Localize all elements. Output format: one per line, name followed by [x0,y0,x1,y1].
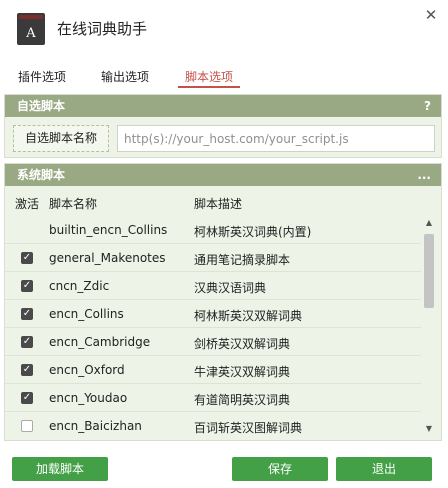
scroll-down-icon[interactable]: ▼ [421,424,437,434]
script-row: builtin_encn_Collins 柯林斯英汉词典(内置) [5,216,421,244]
script-row: ✓ general_Makenotes 通用笔记摘录脚本 [5,244,421,272]
activate-checkbox-checked[interactable]: ✓ [21,252,33,264]
custom-script-name-button[interactable]: 自选脚本名称 [13,125,109,152]
script-name: general_Makenotes [49,251,166,265]
save-button[interactable]: 保存 [232,457,328,481]
script-description: 百词斩英汉图解词典 [194,421,303,435]
custom-script-header: 自选脚本 ? [5,95,441,117]
svg-text:A: A [25,26,36,41]
scroll-thumb[interactable] [424,234,434,308]
system-script-header: 系统脚本 ... [5,164,441,186]
column-header-active: 激活 [15,197,40,211]
window-title: 在线词典助手 [57,20,148,38]
column-header-name: 脚本名称 [49,197,98,211]
tab-output-options[interactable]: 输出选项 [101,66,149,88]
script-name: cncn_Zdic [49,279,110,293]
script-url-input[interactable] [117,125,435,152]
script-description: 有道简明英汉词典 [194,393,291,407]
script-description: 柯林斯英汉双解词典 [194,309,303,323]
script-name: encn_Baicizhan [49,419,142,433]
script-list-scrollbar[interactable]: ▲ ▼ [421,216,437,438]
activate-checkbox-checked[interactable]: ✓ [21,280,33,292]
custom-script-panel: 自选脚本 ? 自选脚本名称 [4,94,442,158]
script-name: encn_Oxford [49,363,125,377]
script-name: encn_Cambridge [49,335,151,349]
column-header-description: 脚本描述 [194,197,243,211]
script-description: 汉典汉语词典 [194,281,267,295]
script-description: 通用笔记摘录脚本 [194,253,291,267]
script-name: builtin_encn_Collins [49,223,168,237]
activate-checkbox-checked[interactable]: ✓ [21,364,33,376]
tab-bar: 插件选项 输出选项 脚本选项 [0,66,448,90]
help-button[interactable]: ? [424,95,431,117]
activate-checkbox[interactable] [21,420,33,432]
scroll-up-icon[interactable]: ▲ [421,218,437,228]
script-row: ✓ cncn_Zdic 汉典汉语词典 [5,272,421,300]
activate-checkbox-checked[interactable]: ✓ [21,392,33,404]
script-row: ✓ encn_Oxford 牛津英汉双解词典 [5,356,421,384]
more-options-button[interactable]: ... [417,164,431,186]
script-list: builtin_encn_Collins 柯林斯英汉词典(内置) ✓ gener… [5,216,421,438]
script-row: ✓ encn_Collins 柯林斯英汉双解词典 [5,300,421,328]
script-description: 柯林斯英汉词典(内置) [194,225,312,239]
script-row: encn_Baicizhan 百词斩英汉图解词典 [5,412,421,438]
script-row: ✓ encn_Youdao 有道简明英汉词典 [5,384,421,412]
script-name: encn_Youdao [49,391,128,405]
script-name: encn_Collins [49,307,124,321]
script-description: 剑桥英汉双解词典 [194,337,291,351]
exit-button[interactable]: 退出 [336,457,432,481]
close-icon[interactable]: ✕ [422,6,440,24]
script-row: ✓ encn_Cambridge 剑桥英汉双解词典 [5,328,421,356]
activate-checkbox-checked[interactable]: ✓ [21,336,33,348]
title-bar: A 在线词典助手 ✕ [0,0,448,58]
script-description: 牛津英汉双解词典 [194,365,291,379]
activate-checkbox-checked[interactable]: ✓ [21,308,33,320]
system-script-title: 系统脚本 [17,168,66,182]
tab-script-options[interactable]: 脚本选项 [178,66,241,88]
dictionary-book-icon: A [17,13,45,45]
load-script-button[interactable]: 加载脚本 [12,457,108,481]
tab-plugin-options[interactable]: 插件选项 [18,66,66,88]
system-script-panel: 系统脚本 ... 激活 脚本名称 脚本描述 builtin_encn_Colli… [4,163,442,441]
custom-script-title: 自选脚本 [17,99,66,113]
